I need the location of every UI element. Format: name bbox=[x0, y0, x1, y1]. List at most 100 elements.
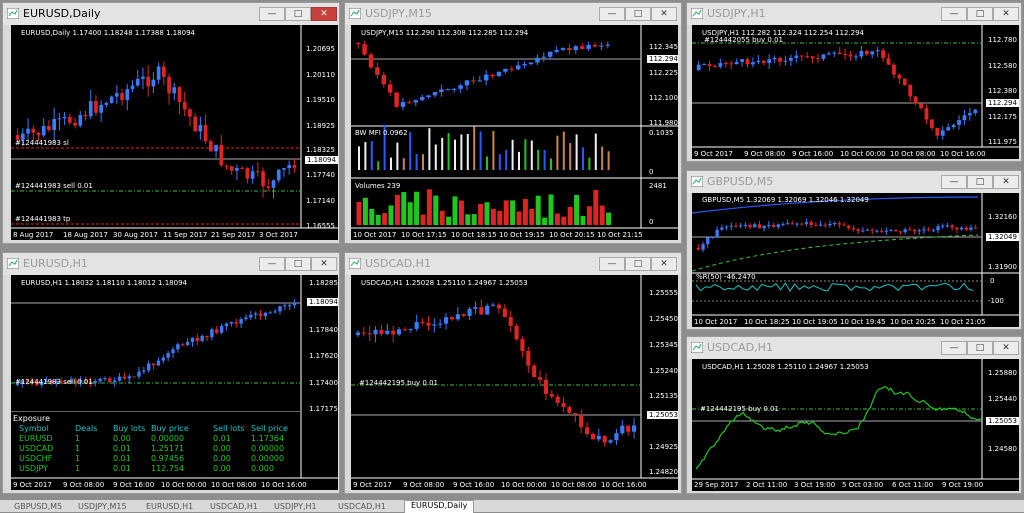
minimize-button[interactable]: — bbox=[259, 257, 285, 271]
candle-body bbox=[847, 225, 851, 229]
candle-body bbox=[193, 116, 197, 132]
chart-window-usdjpy-m15[interactable]: USDJPY,M15 — □ ✕ USDJPY,M15 112.290 112.… bbox=[344, 2, 682, 244]
candle-body bbox=[171, 349, 175, 354]
candle-body bbox=[229, 166, 234, 171]
maximize-button[interactable]: □ bbox=[285, 257, 311, 271]
minimize-button[interactable]: — bbox=[941, 341, 967, 355]
chart-window-eurusd-h1[interactable]: EURUSD,H1 — □ ✕ EURUSD,H1 1.18032 1.1811… bbox=[2, 252, 340, 494]
maximize-button[interactable]: □ bbox=[625, 257, 651, 271]
candle-body bbox=[271, 180, 276, 188]
window-titlebar[interactable]: USDJPY,M15 — □ ✕ bbox=[345, 3, 681, 25]
candle-body bbox=[292, 302, 297, 306]
chart-window-usdjpy-h1[interactable]: USDJPY,H1 — □ ✕ USDJPY,H1 112.282 112.32… bbox=[686, 2, 1022, 162]
candle-body bbox=[93, 381, 97, 383]
candle-body bbox=[520, 339, 525, 352]
indicator-tick: 0.1035 bbox=[649, 129, 674, 137]
price-tick: 1.17140 bbox=[306, 197, 335, 205]
candle-body bbox=[198, 125, 203, 132]
date-tick: 21 Sep 2017 bbox=[211, 231, 256, 239]
candle-body bbox=[244, 317, 248, 320]
order-line-label: #124442195 buy 0.01 bbox=[700, 405, 780, 413]
candle-body bbox=[167, 76, 171, 94]
window-titlebar[interactable]: USDCAD,H1 — □ ✕ bbox=[687, 337, 1021, 359]
tab-eurusd-daily[interactable]: EURUSD,Daily bbox=[404, 500, 475, 513]
chart-info: USDCAD,H1 1.25028 1.25110 1.24967 1.2505… bbox=[702, 363, 869, 371]
candle-body bbox=[865, 229, 870, 231]
minimize-button[interactable]: — bbox=[599, 257, 625, 271]
price-chart[interactable]: USDJPY,H1 112.282 112.324 112.254 112.29… bbox=[692, 25, 1019, 159]
maximize-button[interactable]: □ bbox=[967, 175, 993, 189]
close-button[interactable]: ✕ bbox=[993, 175, 1019, 189]
window-titlebar[interactable]: USDCAD,H1 — □ ✕ bbox=[345, 253, 681, 275]
price-chart[interactable]: USDJPY,M15 112.290 112.308 112.285 112.2… bbox=[351, 25, 678, 240]
candles-usdjpy-h1 bbox=[692, 25, 1019, 148]
price-tick: 1.25345 bbox=[649, 341, 678, 349]
candle-body bbox=[455, 314, 460, 320]
exposure-cell: 1.17364 bbox=[251, 434, 285, 443]
candle-body bbox=[931, 230, 935, 232]
candle-body bbox=[870, 229, 874, 231]
candle-body bbox=[355, 332, 360, 335]
tab-usdcad-h1[interactable]: USDCAD,H1 bbox=[210, 502, 258, 512]
candle-body bbox=[88, 101, 93, 117]
maximize-button[interactable]: □ bbox=[967, 341, 993, 355]
window-titlebar[interactable]: GBPUSD,M5 — □ ✕ bbox=[687, 171, 1021, 193]
price-chart[interactable]: USDCAD,H1 1.25028 1.25110 1.24967 1.2505… bbox=[692, 359, 1019, 491]
candle-body bbox=[26, 128, 30, 134]
exposure-cell: EURUSD bbox=[19, 434, 53, 443]
window-titlebar[interactable]: USDJPY,H1 — □ ✕ bbox=[687, 3, 1021, 25]
price-tick: 1.25240 bbox=[649, 367, 678, 375]
candle-body bbox=[250, 171, 255, 179]
maximize-button[interactable]: □ bbox=[285, 7, 311, 21]
maximize-button[interactable]: □ bbox=[967, 7, 993, 21]
chart-window-usdcad-h1-line[interactable]: USDCAD,H1 — □ ✕ USDCAD,H1 1.25028 1.2511… bbox=[686, 336, 1022, 494]
close-button[interactable]: ✕ bbox=[993, 341, 1019, 355]
candle-body bbox=[127, 376, 131, 379]
chart-window-eurusd-daily[interactable]: EURUSD,Daily — □ ✕ EURUSD,Daily 1.17400 … bbox=[2, 2, 340, 244]
candle-body bbox=[491, 304, 496, 306]
candle-body bbox=[761, 60, 766, 64]
candle-body bbox=[467, 308, 472, 316]
minimize-button[interactable]: — bbox=[941, 175, 967, 189]
price-tick: 1.25450 bbox=[649, 315, 678, 323]
maximize-button[interactable]: □ bbox=[625, 7, 651, 21]
tab-usdcad-h1-2[interactable]: USDCAD,H1 bbox=[338, 502, 386, 512]
candle-body bbox=[420, 322, 425, 324]
minimize-button[interactable]: — bbox=[259, 7, 285, 21]
price-chart[interactable]: EURUSD,H1 1.18032 1.18110 1.18012 1.1809… bbox=[11, 275, 338, 490]
candle-body bbox=[166, 353, 170, 358]
price-chart[interactable]: GBPUSD,M5 1.32069 1.32069 1.32046 1.3204… bbox=[692, 193, 1019, 327]
volume-bar bbox=[407, 202, 413, 225]
price-chart[interactable]: EURUSD,Daily 1.17400 1.18248 1.17388 1.1… bbox=[11, 25, 338, 240]
candle-body bbox=[767, 224, 771, 227]
volume-bar bbox=[401, 192, 407, 225]
close-button[interactable]: ✕ bbox=[651, 257, 677, 271]
close-button[interactable]: ✕ bbox=[311, 257, 337, 271]
tab-usdjpy-m15[interactable]: USDJPY,M15 bbox=[78, 502, 127, 512]
price-chart[interactable]: USDCAD,H1 1.25028 1.25110 1.24967 1.2505… bbox=[351, 275, 678, 490]
minimize-button[interactable]: — bbox=[599, 7, 625, 21]
candle-body bbox=[402, 329, 407, 331]
candle-body bbox=[837, 223, 841, 225]
close-button[interactable]: ✕ bbox=[651, 7, 677, 21]
close-button[interactable]: ✕ bbox=[993, 7, 1019, 21]
candle-body bbox=[508, 317, 513, 326]
current-price-label: 112.294 bbox=[647, 55, 678, 63]
minimize-button[interactable]: — bbox=[941, 7, 967, 21]
tab-usdjpy-h1[interactable]: USDJPY,H1 bbox=[274, 502, 317, 512]
price-tick: 1.17175 bbox=[309, 405, 338, 413]
candle-body bbox=[31, 128, 36, 133]
window-titlebar[interactable]: EURUSD,H1 — □ ✕ bbox=[3, 253, 339, 275]
williams-r-line bbox=[695, 282, 974, 292]
volume-bar bbox=[574, 194, 580, 225]
window-titlebar[interactable]: EURUSD,Daily — □ ✕ bbox=[3, 3, 339, 25]
volume-bar bbox=[497, 210, 503, 225]
tab-gbpusd-m5[interactable]: GBPUSD,M5 bbox=[14, 502, 62, 512]
close-button[interactable]: ✕ bbox=[311, 7, 337, 21]
candle-body bbox=[109, 96, 114, 104]
tab-eurusd-h1[interactable]: EURUSD,H1 bbox=[146, 502, 193, 512]
chart-window-usdcad-h1[interactable]: USDCAD,H1 — □ ✕ USDCAD,H1 1.25028 1.2511… bbox=[344, 252, 682, 494]
volume-bar bbox=[458, 200, 464, 225]
price-tick: 1.24580 bbox=[988, 445, 1017, 453]
chart-window-gbpusd-m5[interactable]: GBPUSD,M5 — □ ✕ GBPUSD,M5 1.32069 1.3206… bbox=[686, 170, 1022, 330]
